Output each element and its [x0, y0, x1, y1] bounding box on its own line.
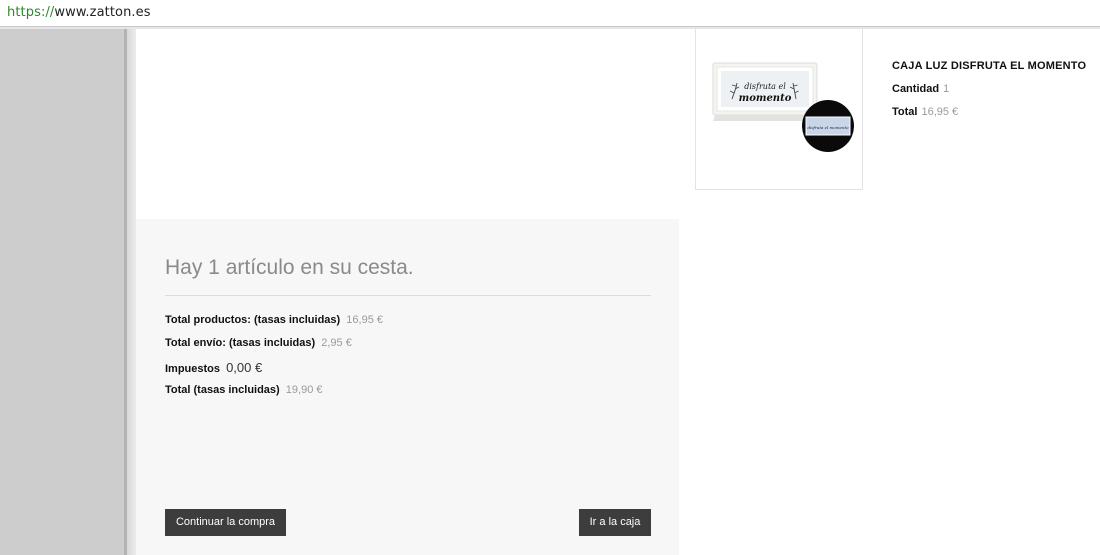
row-value: 2,95 €	[321, 337, 352, 349]
row-value: 16,95 €	[346, 314, 383, 326]
svg-text:disfruta el: disfruta el	[744, 82, 786, 91]
cart-title: Hay 1 artículo en su cesta.	[165, 256, 414, 279]
product-name: CAJA LUZ DISFRUTA EL MOMENTO	[892, 60, 1087, 72]
page-side-overlay	[0, 29, 124, 555]
url-text[interactable]: https://www.zatton.es	[7, 5, 151, 20]
quantity-label: Cantidad	[892, 83, 940, 95]
checkout-button[interactable]: Ir a la caja	[579, 509, 651, 536]
divider	[165, 295, 651, 296]
row-label: Impuestos	[165, 363, 221, 375]
product-image[interactable]: disfruta el momento disfruta el momento	[695, 29, 863, 190]
address-bar[interactable]: https://www.zatton.es	[0, 0, 1100, 27]
grand-total-row: Total (tasas incluidas) 19,90 €	[165, 384, 322, 396]
url-host: www.zatton.es	[54, 5, 151, 20]
cart-summary-panel: Hay 1 artículo en su cesta. Total produc…	[136, 219, 679, 555]
total-products-row: Total productos: (tasas incluidas) 16,95…	[165, 314, 383, 326]
product-total-label: Total	[892, 106, 918, 118]
total-shipping-row: Total envío: (tasas incluidas) 2,95 €	[165, 337, 352, 349]
continue-shopping-button[interactable]: Continuar la compra	[165, 509, 286, 536]
row-label: Total (tasas incluidas)	[165, 384, 280, 396]
row-value: 0,00 €	[226, 360, 263, 375]
row-value: 19,90 €	[285, 384, 323, 396]
taxes-row: Impuestos 0,00 €	[165, 360, 262, 375]
row-label: Total envío: (tasas incluidas)	[165, 337, 316, 349]
row-label: Total productos: (tasas incluidas)	[165, 314, 341, 326]
svg-text:momento: momento	[739, 93, 792, 104]
product-total-value: 16,95 €	[921, 106, 959, 118]
url-scheme: https://	[7, 5, 55, 20]
total-line: Total 16,95 €	[892, 106, 1086, 118]
svg-text:disfruta el momento: disfruta el momento	[808, 125, 850, 130]
product-details: CAJA LUZ DISFRUTA EL MOMENTO Cantidad 1 T…	[892, 60, 1086, 118]
quantity-line: Cantidad 1	[892, 83, 1086, 95]
product-photo-icon: disfruta el momento disfruta el momento	[712, 62, 854, 152]
toolbar-shadow	[0, 27, 1100, 29]
modal-edge	[124, 29, 136, 555]
quantity-value: 1	[943, 83, 950, 95]
